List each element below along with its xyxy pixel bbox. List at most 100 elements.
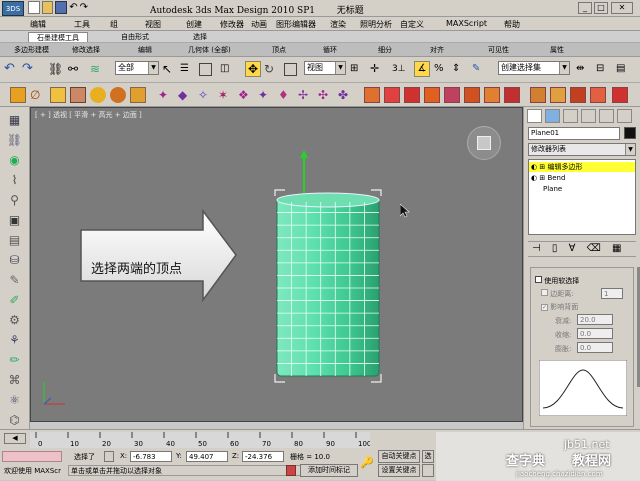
paint-push-icon[interactable] <box>384 87 400 103</box>
graphite-tool-2-icon[interactable]: ◆ <box>178 87 194 103</box>
quick-render-icon[interactable] <box>110 87 126 103</box>
graphite-tool-6-icon[interactable]: ✦ <box>258 87 274 103</box>
panel-polygon-modeling[interactable]: 多边形建模 <box>14 45 49 55</box>
hierarchy-tab-icon[interactable] <box>563 109 578 123</box>
percent-snap-icon[interactable]: % <box>434 61 450 77</box>
paint-smudge-icon[interactable] <box>424 87 440 103</box>
render-setup-icon[interactable] <box>70 87 86 103</box>
edge-distance-field[interactable]: 1 <box>601 288 623 299</box>
app-logo[interactable]: 3DS <box>2 1 24 16</box>
perspective-viewport[interactable]: [ + ] 透视 [ 平滑 + 高光 + 边面 ] 选择两端的顶点 <box>30 107 523 422</box>
menu-help[interactable]: 帮助 <box>504 19 520 30</box>
tab-selection[interactable]: 选择 <box>180 32 220 42</box>
new-file-icon[interactable] <box>28 1 40 14</box>
object-name-field[interactable]: Plane01 <box>528 127 620 140</box>
gear-icon[interactable]: ⚙ <box>6 313 23 328</box>
menu-rendering[interactable]: 渲染 <box>330 19 346 30</box>
wrench-icon[interactable]: ✎ <box>6 273 23 288</box>
selection-filter-dropdown[interactable]: 全部 ▼ <box>115 61 159 75</box>
brush-falloff-icon[interactable] <box>570 87 586 103</box>
schematic-view-icon[interactable]: ∅ <box>30 87 46 103</box>
y-coordinate-field[interactable]: 49.407 <box>186 451 228 462</box>
open-file-icon[interactable] <box>41 1 54 14</box>
graphite-tool-5-icon[interactable]: ❖ <box>238 87 254 103</box>
minimize-button[interactable]: _ <box>578 2 592 14</box>
mirror-icon[interactable]: ⇹ <box>576 61 592 77</box>
menu-lighting-analysis[interactable]: 照明分析 <box>360 19 392 30</box>
time-tag-icon[interactable] <box>286 465 296 476</box>
maximize-button[interactable]: □ <box>594 2 608 14</box>
menu-create[interactable]: 创建 <box>186 19 202 30</box>
render-frame-icon[interactable] <box>90 87 106 103</box>
layer-manager-icon[interactable]: ▤ <box>616 61 632 77</box>
environment-icon[interactable] <box>130 87 146 103</box>
viewport-label[interactable]: [ + ] 透视 [ 平滑 + 高光 + 边面 ] <box>35 110 142 120</box>
affect-backfacing-checkbox[interactable]: ✓ 影响背面 <box>541 302 578 312</box>
graphite-tool-7-icon[interactable]: ♦ <box>278 87 294 103</box>
z-coordinate-field[interactable]: -24.376 <box>242 451 284 462</box>
redo-icon[interactable]: ↷ <box>22 61 38 77</box>
window-crossing-icon[interactable]: ◫ <box>220 61 236 77</box>
reference-coordinate-dropdown[interactable]: 视图 ▼ <box>304 61 346 75</box>
menu-modifiers[interactable]: 修改器 <box>220 19 244 30</box>
set-key-button[interactable]: 设置关键点 <box>378 464 420 477</box>
graphite-tool-3-icon[interactable]: ✧ <box>198 87 214 103</box>
unlink-icon[interactable]: ⚯ <box>68 61 84 77</box>
modify-tab-icon[interactable] <box>545 109 560 123</box>
material-editor-icon[interactable] <box>50 87 66 103</box>
select-manipulate-icon[interactable]: ✛ <box>370 61 386 77</box>
menu-group[interactable]: 组 <box>110 19 118 30</box>
undo-icon[interactable]: ↶ <box>69 1 77 15</box>
paint-icon[interactable]: ✐ <box>6 293 23 308</box>
bind-space-warp-icon[interactable]: ≋ <box>90 61 106 77</box>
maxscript-listener[interactable] <box>2 451 62 462</box>
link-icon[interactable]: ⛓ <box>6 133 23 148</box>
container-icon[interactable]: ▦ <box>6 113 23 128</box>
paint-relax-icon[interactable] <box>404 87 420 103</box>
edit-named-selection-icon[interactable]: ✎ <box>472 61 488 77</box>
panel-loops[interactable]: 循环 <box>323 45 337 55</box>
graphite-tool-8-icon[interactable]: ✢ <box>298 87 314 103</box>
pinch-field[interactable]: 0.0 <box>577 328 613 339</box>
panel-edit[interactable]: 编辑 <box>138 45 152 55</box>
align-icon[interactable]: ⊟ <box>596 61 612 77</box>
select-and-rotate-icon[interactable]: ↻ <box>264 61 280 77</box>
edge-distance-checkbox[interactable]: 边距离: <box>541 289 574 299</box>
brush-strength-icon[interactable] <box>590 87 606 103</box>
snaps-toggle-icon[interactable]: 3⊥ <box>392 61 408 77</box>
rectangular-selection-icon[interactable] <box>199 63 212 76</box>
expand-icon[interactable]: ⊞ <box>539 174 545 182</box>
viewcube-face[interactable] <box>477 136 491 150</box>
panel-modify-selection[interactable]: 修改选择 <box>72 45 100 55</box>
tab-freeform[interactable]: 自由形式 <box>110 32 160 42</box>
display-icon[interactable]: ▣ <box>6 213 23 228</box>
cylinder-object[interactable] <box>271 188 391 388</box>
reactor-icon[interactable]: ⚛ <box>6 393 23 408</box>
pin-stack-icon[interactable]: ⊣ <box>532 243 541 254</box>
expand-icon[interactable]: ⊞ <box>539 163 545 171</box>
curve-editor-icon[interactable] <box>10 87 26 103</box>
select-and-link-icon[interactable]: ⛓ <box>48 61 64 77</box>
menu-tools[interactable]: 工具 <box>74 19 90 30</box>
stack-item-plane[interactable]: Plane <box>543 184 633 194</box>
key-filters-button[interactable] <box>422 464 434 477</box>
graphite-tool-10-icon[interactable]: ✤ <box>338 87 354 103</box>
close-button[interactable]: ✕ <box>611 2 633 14</box>
paint-noise-icon[interactable] <box>464 87 480 103</box>
particle-icon[interactable]: ⚘ <box>6 333 23 348</box>
isolate-icon[interactable]: ◉ <box>6 153 23 168</box>
save-icon[interactable] <box>55 1 68 14</box>
time-slider-left-arrow[interactable]: ◀ <box>4 433 26 444</box>
layers-icon[interactable]: ⛁ <box>6 253 23 268</box>
bubble-field[interactable]: 0.0 <box>577 342 613 353</box>
tab-graphite-modeling[interactable]: 石墨建模工具 <box>28 32 88 42</box>
menu-edit[interactable]: 编辑 <box>30 19 46 30</box>
paint-pinch-icon[interactable] <box>484 87 500 103</box>
panel-vertices[interactable]: 顶点 <box>272 45 286 55</box>
brush-size-icon[interactable] <box>612 87 628 103</box>
paint-deform-icon[interactable] <box>364 87 380 103</box>
pivot-center-icon[interactable]: ⊞ <box>350 61 366 77</box>
utilities-tab-icon[interactable] <box>617 109 632 123</box>
motion-tab-icon[interactable] <box>581 109 596 123</box>
make-unique-icon[interactable]: ∀ <box>569 243 576 254</box>
